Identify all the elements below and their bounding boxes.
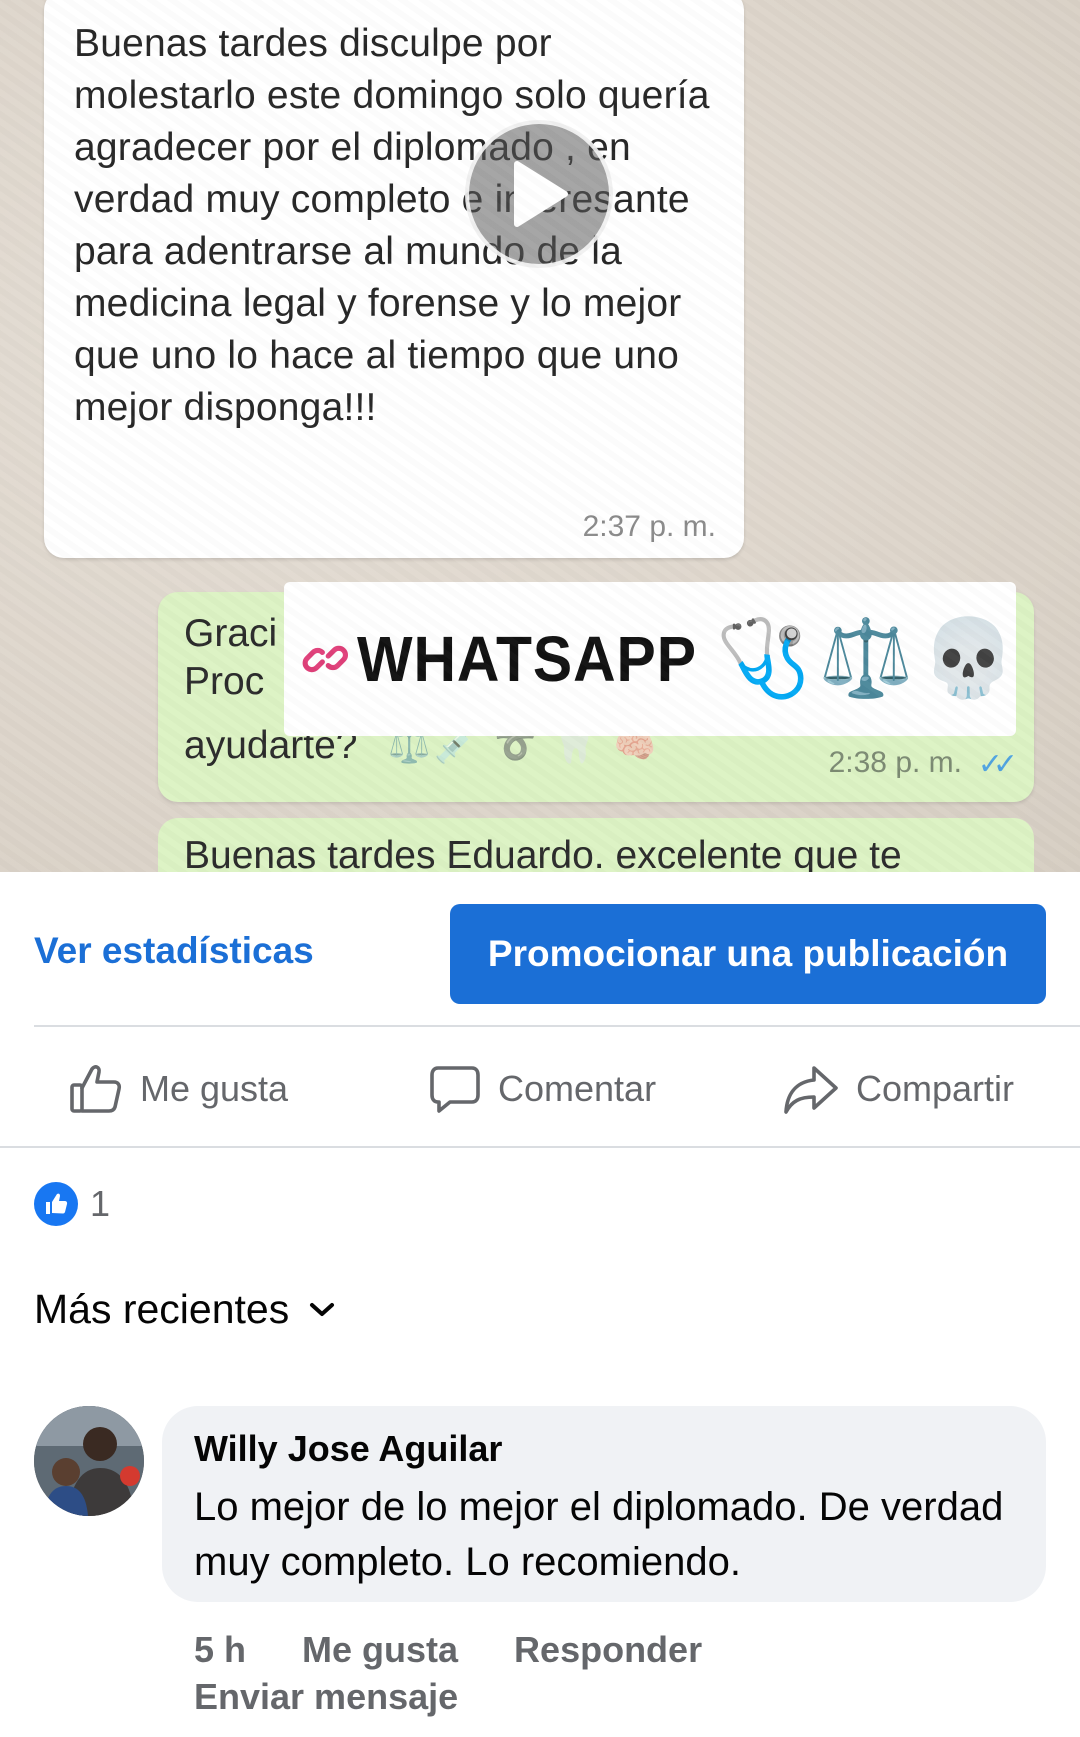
comment-time[interactable]: 5 h <box>194 1629 246 1671</box>
avatar[interactable] <box>34 1406 144 1516</box>
comment-text: Lo mejor de lo mejor el diplomado. De ve… <box>194 1485 1004 1584</box>
outgoing-line-1: Graci <box>184 612 278 655</box>
comment-sort-dropdown[interactable]: Más recientes <box>34 1286 335 1333</box>
comment-bubble: Willy Jose Aguilar Lo mejor de lo mejor … <box>162 1406 1046 1602</box>
comment-reply-button[interactable]: Responder <box>514 1629 702 1671</box>
next-message-text: Buenas tardes Eduardo. excelente que te <box>184 834 902 872</box>
reaction-bar: Me gusta Comentar Compartir <box>0 1027 1080 1147</box>
comment-like-button[interactable]: Me gusta <box>302 1629 458 1671</box>
like-label: Me gusta <box>140 1068 289 1109</box>
scales-icon: ⚖️ <box>818 616 914 701</box>
view-insights-link[interactable]: Ver estadísticas <box>34 930 314 972</box>
comment-author[interactable]: Willy Jose Aguilar <box>194 1428 502 1470</box>
comment-actions: 5 h Me gusta Responder <box>194 1620 758 1680</box>
outgoing-message-time: 2:38 p. m. <box>828 746 962 779</box>
skull-icon: 💀 <box>921 616 1016 701</box>
overlay-title: WHATSAPP <box>356 623 697 695</box>
post-media[interactable]: Buenas tardes disculpe por molestarlo es… <box>0 0 1080 872</box>
avatar-photo <box>34 1406 144 1516</box>
send-message-button[interactable]: Enviar mensaje <box>194 1676 458 1718</box>
share-icon <box>784 1066 838 1114</box>
sort-label: Más recientes <box>34 1286 290 1332</box>
promote-post-button[interactable]: Promocionar una publicación <box>450 904 1046 1004</box>
incoming-message-text: Buenas tardes disculpe por molestarlo es… <box>74 22 710 429</box>
whatsapp-title-overlay: WHATSAPP 🩺 ⚖️ 💀 <box>284 582 1016 736</box>
incoming-message-time: 2:37 p. m. <box>582 510 716 543</box>
link-icon <box>302 645 348 673</box>
comment-icon <box>430 1066 480 1113</box>
play-icon <box>514 161 568 227</box>
like-badge-icon <box>34 1182 78 1226</box>
divider <box>0 1146 1080 1148</box>
outgoing-line-2: Proc <box>184 660 265 703</box>
reaction-summary[interactable]: 1 <box>34 1182 110 1226</box>
read-ticks-icon: ✓✓ <box>977 748 1018 781</box>
post-admin-actions: Ver estadísticas Promocionar una publica… <box>0 872 1080 1026</box>
like-button[interactable]: Me gusta <box>68 1059 288 1119</box>
whatsapp-next-bubble: Buenas tardes Eduardo. excelente que te <box>158 818 1034 872</box>
reaction-count: 1 <box>90 1183 111 1224</box>
comment-button[interactable]: Comentar <box>428 1059 656 1119</box>
whatsapp-incoming-bubble: Buenas tardes disculpe por molestarlo es… <box>44 0 744 558</box>
thumbs-up-icon <box>70 1065 122 1113</box>
share-label: Compartir <box>856 1068 1015 1109</box>
stethoscope-icon: 🩺 <box>716 616 811 701</box>
chevron-down-icon <box>310 1302 335 1316</box>
share-button[interactable]: Compartir <box>782 1059 1014 1119</box>
comment-label: Comentar <box>498 1068 657 1109</box>
play-button[interactable] <box>465 120 613 268</box>
